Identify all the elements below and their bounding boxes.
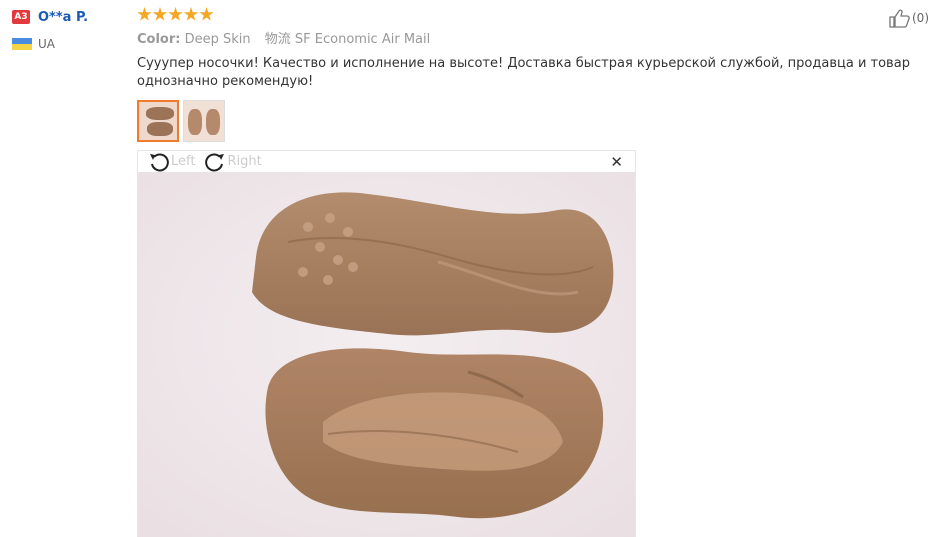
- level-badge: A3: [12, 10, 30, 24]
- rotate-left-icon[interactable]: [148, 151, 170, 173]
- review-item: A3 O**a P. UA (0) Color: Deep Skin 物流 SF…: [0, 0, 941, 537]
- reviewer-info: A3 O**a P. UA: [12, 9, 127, 51]
- rotate-right-label: Right: [227, 154, 262, 169]
- shipping-method: 物流 SF Economic Air Mail: [264, 32, 431, 47]
- color-label: Color:: [137, 32, 181, 47]
- star-icon: [152, 7, 168, 21]
- reviewer-country: UA: [12, 37, 127, 51]
- review-thumbnails: [137, 100, 937, 142]
- star-icon: [168, 7, 183, 21]
- star-rating: [137, 7, 937, 25]
- review-photo: [138, 172, 635, 537]
- flag-icon: [12, 38, 32, 50]
- socks-photo: [138, 172, 635, 537]
- rotate-left-label: Left: [171, 154, 196, 169]
- reviewer-line: A3 O**a P.: [12, 9, 127, 25]
- review-thumbnail-2[interactable]: [183, 100, 225, 142]
- viewer-toolbar: Left Right ✕: [138, 151, 635, 172]
- star-icon: [199, 7, 214, 21]
- reviewer-name[interactable]: O**a P.: [38, 10, 88, 25]
- review-text: Сууупер носочки! Качество и исполнение н…: [137, 56, 910, 89]
- rotate-right-icon[interactable]: [204, 151, 226, 173]
- rotate-right-button[interactable]: Right: [204, 151, 262, 173]
- rotate-left-button[interactable]: Left: [148, 151, 195, 173]
- review-content: Color: Deep Skin 物流 SF Economic Air Mail…: [137, 7, 937, 537]
- image-viewer: Left Right ✕: [137, 150, 636, 537]
- star-icon: [137, 7, 152, 21]
- country-code: UA: [38, 37, 55, 51]
- close-icon[interactable]: ✕: [610, 154, 623, 170]
- color-value: Deep Skin: [184, 32, 251, 47]
- order-info: Color: Deep Skin 物流 SF Economic Air Mail: [137, 31, 937, 49]
- review-thumbnail-1[interactable]: [137, 100, 179, 142]
- star-icon: [183, 7, 199, 21]
